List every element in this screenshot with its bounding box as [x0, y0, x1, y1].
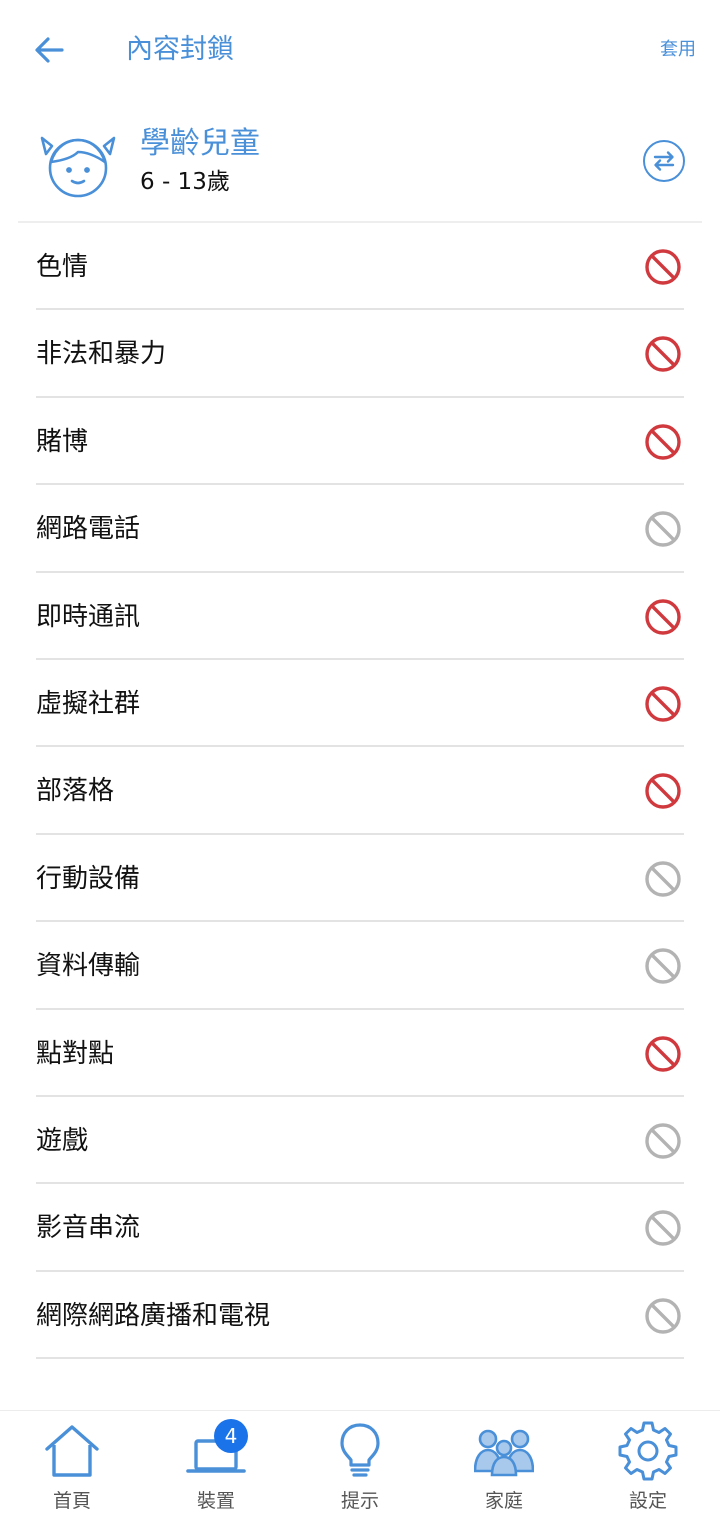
tab-settings[interactable]: 設定 — [576, 1411, 720, 1522]
category-row[interactable]: 虛擬社群 — [0, 660, 720, 748]
category-label: 資料傳輸 — [36, 951, 141, 982]
tab-label: 裝置 — [196, 1490, 235, 1512]
category-label: 即時通訊 — [36, 601, 141, 632]
category-label: 點對點 — [36, 1038, 115, 1069]
category-label: 部落格 — [36, 776, 115, 807]
category-row[interactable]: 點對點 — [0, 1010, 720, 1097]
category-row[interactable]: 遊戲 — [0, 1097, 720, 1185]
unblocked-icon[interactable] — [644, 860, 682, 898]
tab-label: 家庭 — [484, 1490, 523, 1512]
family-icon — [474, 1429, 534, 1477]
category-label: 賭博 — [36, 426, 89, 457]
category-label: 遊戲 — [36, 1125, 89, 1156]
tab-label: 提示 — [340, 1490, 379, 1512]
tab-tips[interactable]: 提示 — [288, 1411, 432, 1522]
blocked-icon[interactable] — [644, 685, 682, 723]
category-label: 非法和暴力 — [36, 339, 167, 370]
category-row[interactable]: 色情 — [0, 223, 720, 311]
unblocked-icon[interactable] — [644, 1297, 682, 1335]
apply-button[interactable]: 套用 — [660, 36, 696, 64]
category-row[interactable]: 網路電話 — [0, 485, 720, 573]
tab-family[interactable]: 家庭 — [432, 1411, 576, 1522]
blocked-icon[interactable] — [644, 248, 682, 286]
tab-label: 設定 — [628, 1490, 667, 1512]
page-title: 內容封鎖 — [126, 34, 234, 65]
home-icon — [45, 1425, 99, 1477]
category-row[interactable]: 部落格 — [0, 747, 720, 835]
tab-home[interactable]: 首頁 — [0, 1411, 144, 1522]
category-list: 色情非法和暴力賭博網路電話即時通訊虛擬社群部落格行動設備資料傳輸點對點遊戲影音串… — [0, 223, 720, 1360]
blocked-icon[interactable] — [644, 1035, 682, 1073]
category-row[interactable]: 賭博 — [0, 398, 720, 486]
lightbulb-icon — [340, 1423, 380, 1477]
category-row[interactable]: 資料傳輸 — [0, 922, 720, 1010]
row-divider — [36, 1357, 684, 1360]
blocked-icon[interactable] — [644, 772, 682, 810]
profile-card: 學齡兒童 6 - 13歲 — [0, 108, 720, 220]
tab-label: 首頁 — [52, 1490, 91, 1512]
back-button[interactable] — [28, 28, 72, 72]
category-row[interactable]: 網際網路廣播和電視 — [0, 1272, 720, 1360]
category-label: 色情 — [36, 252, 89, 282]
category-row[interactable]: 非法和暴力 — [0, 310, 720, 398]
category-label: 行動設備 — [36, 863, 141, 894]
unblocked-icon[interactable] — [644, 1122, 682, 1160]
category-row[interactable]: 即時通訊 — [0, 573, 720, 660]
category-label: 虛擬社群 — [36, 688, 141, 719]
switch-profile-button[interactable] — [642, 139, 686, 183]
gear-icon — [618, 1421, 678, 1481]
category-row[interactable]: 影音串流 — [0, 1184, 720, 1272]
device-count-badge: 4 — [214, 1419, 248, 1453]
category-label: 網際網路廣播和電視 — [36, 1300, 271, 1331]
category-row[interactable]: 行動設備 — [0, 835, 720, 923]
unblocked-icon[interactable] — [644, 1209, 682, 1247]
top-bar: 內容封鎖 套用 — [0, 0, 720, 100]
unblocked-icon[interactable] — [644, 947, 682, 985]
category-label: 影音串流 — [36, 1213, 141, 1244]
category-label: 網路電話 — [36, 514, 141, 545]
bottom-tab-bar: 首頁 裝置 提示 家庭 設定 — [0, 1410, 720, 1522]
unblocked-icon[interactable] — [644, 510, 682, 548]
blocked-icon[interactable] — [644, 423, 682, 461]
blocked-icon[interactable] — [644, 598, 682, 636]
blocked-icon[interactable] — [644, 335, 682, 373]
swap-icon — [643, 140, 685, 182]
profile-name: 學齡兒童 — [140, 126, 260, 161]
arrow-left-icon — [35, 37, 64, 63]
child-avatar-icon — [40, 136, 116, 198]
profile-age-range: 6 - 13歲 — [140, 169, 230, 195]
